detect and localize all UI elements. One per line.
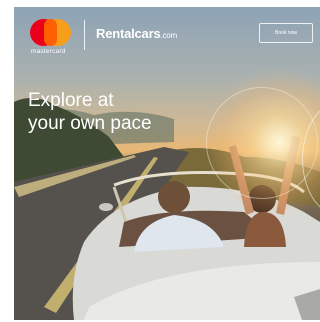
banner-header: mastercard Rentalcars.com Book now [14, 7, 320, 62]
headline-line-1: Explore at [28, 90, 114, 111]
mastercard-wordmark: mastercard [31, 48, 66, 55]
ad-banner[interactable]: mastercard Rentalcars.com Book now Explo… [14, 7, 320, 320]
mastercard-overlap [44, 19, 57, 46]
book-now-button[interactable]: Book now [259, 23, 313, 43]
logo-divider [84, 20, 85, 50]
rentalcars-logo[interactable]: Rentalcars.com [96, 26, 177, 41]
mastercard-logo[interactable]: mastercard [30, 19, 74, 57]
headline-line-2: your own pace [28, 113, 152, 134]
lens-flare-ring [206, 87, 318, 199]
headline: Explore at your own pace [28, 89, 152, 135]
rentalcars-name: Rentalcars [96, 26, 161, 41]
rentalcars-suffix: .com [160, 31, 178, 40]
